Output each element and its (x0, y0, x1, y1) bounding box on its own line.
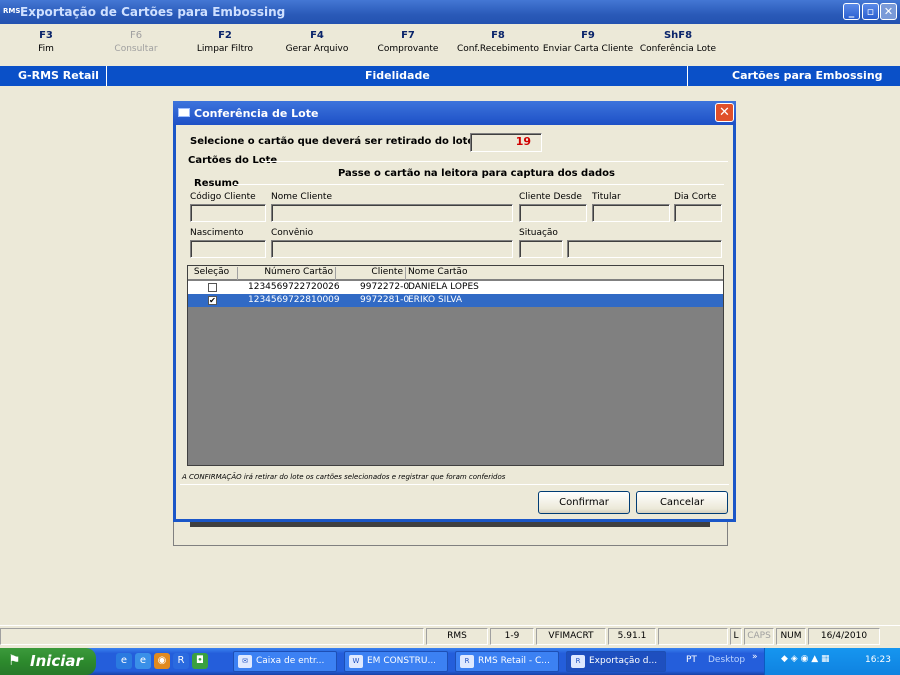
row-card-number: 1234569722720026 (248, 282, 340, 292)
instruction-text: Passe o cartão na leitora para captura d… (338, 168, 615, 179)
fkey-conferencia-lote[interactable]: ShF8 Conferência Lote (638, 30, 718, 54)
fkey-conf-recebimento[interactable]: F8 Conf.Recebimento (456, 30, 540, 54)
fkey-limpar-filtro[interactable]: F2 Limpar Filtro (192, 30, 258, 54)
status-system: RMS (426, 628, 488, 645)
row-card-name: ERIKO SILVA (408, 295, 463, 305)
select-card-prompt: Selecione o cartão que deverá ser retira… (190, 136, 479, 147)
dialog-title: Conferência de Lote (194, 107, 319, 120)
situacao-desc-field (567, 240, 722, 258)
fkey-enviar-carta-cliente[interactable]: F9 Enviar Carta Cliente (542, 30, 634, 54)
titular-field (592, 204, 670, 222)
navbar-screen: Cartões para Embossing (732, 69, 883, 82)
row-checkbox[interactable] (208, 283, 217, 292)
card-grid[interactable]: Seleção Número Cartão Cliente Nome Cartã… (187, 265, 724, 466)
row-card-name: DANIELA LOPES (408, 282, 479, 292)
windows-taskbar: ⚑ Iniciar e e ◉ R ◘ ✉ Caixa de entr... WE… (0, 648, 900, 675)
taskbar-item-exportacao[interactable]: R Exportação d... (566, 651, 666, 672)
status-program: VFIMACRT (536, 628, 606, 645)
mail-icon: ✉ (238, 655, 252, 668)
function-key-toolbar: F3 Fim F6 Consultar F2 Limpar Filtro F4 Gera… (0, 24, 900, 66)
nome-cliente-label: Nome Cliente (271, 192, 332, 202)
status-message (0, 628, 424, 645)
codigo-cliente-field (190, 204, 266, 222)
col-header-numero[interactable]: Número Cartão (240, 267, 336, 280)
cliente-desde-label: Cliente Desde (519, 192, 582, 202)
clock: 16:23 (865, 655, 891, 665)
status-version: 5.91.1 (608, 628, 656, 645)
rms-icon: R (571, 655, 585, 668)
codigo-cliente-label: Código Cliente (190, 192, 256, 202)
col-header-selecao[interactable]: Seleção (188, 267, 238, 280)
window-titlebar: RMS Exportação de Cartões para Embossing… (0, 0, 900, 24)
dialog-titlebar: Conferência de Lote ✕ (173, 101, 736, 125)
desktop-show-icon[interactable]: ◘ (192, 653, 208, 669)
status-num: NUM (776, 628, 806, 645)
confirm-button[interactable]: Confirmar (538, 491, 630, 514)
browser-icon[interactable]: e (135, 653, 151, 669)
window-title: Exportação de Cartões para Embossing (20, 5, 286, 19)
status-date: 16/4/2010 (808, 628, 880, 645)
rms-icon: R (460, 655, 474, 668)
rms-quicklaunch-icon[interactable]: R (173, 653, 189, 669)
start-button[interactable]: ⚑ Iniciar (0, 648, 96, 675)
status-l: L (730, 628, 742, 645)
convenio-field (271, 240, 513, 258)
desktop-toolbar[interactable]: Desktop (708, 655, 745, 665)
ie-icon[interactable]: e (116, 653, 132, 669)
row-checkbox-checked[interactable]: ✔ (208, 296, 217, 305)
conferencia-lote-dialog: Conferência de Lote ✕ Selecione o cartão… (173, 101, 736, 522)
summary-label: Resumo (194, 178, 239, 189)
nascimento-label: Nascimento (190, 228, 244, 238)
dialog-window-icon (178, 108, 190, 117)
fkey-consultar: F6 Consultar (114, 30, 158, 54)
status-caps: CAPS (744, 628, 774, 645)
fkey-gerar-arquivo[interactable]: F4 Gerar Arquivo (280, 30, 354, 54)
tray-icons[interactable]: ◆ ◈ ◉ ▲ ▦ (781, 654, 830, 664)
situacao-code-field (519, 240, 563, 258)
minimize-button[interactable]: _ (843, 3, 860, 20)
dia-corte-field (674, 204, 722, 222)
chevron-right-icon[interactable]: » (752, 652, 758, 662)
col-header-cliente[interactable]: Cliente (338, 267, 406, 280)
language-indicator[interactable]: PT (686, 655, 697, 665)
row-card-number: 1234569722810009 (248, 295, 340, 305)
fkey-comprovante[interactable]: F7 Comprovante (372, 30, 444, 54)
grid-header: Seleção Número Cartão Cliente Nome Cartã… (188, 266, 723, 280)
system-tray: ◆ ◈ ◉ ▲ ▦ 16:23 (764, 648, 900, 675)
status-bar: RMS 1-9 VFIMACRT 5.91.1 L CAPS NUM 16/4/… (0, 625, 900, 645)
col-header-nome[interactable]: Nome Cartão (408, 267, 723, 280)
media-icon[interactable]: ◉ (154, 653, 170, 669)
titular-label: Titular (592, 192, 621, 202)
cliente-desde-field (519, 204, 587, 222)
dialog-close-button[interactable]: ✕ (715, 103, 734, 122)
taskbar-item-mail[interactable]: ✉ Caixa de entr... (233, 651, 337, 672)
status-blank (658, 628, 728, 645)
row-client-code: 9972272-0 (360, 282, 410, 292)
table-row[interactable]: 1234569722720026 9972272-0 DANIELA LOPES (188, 281, 723, 294)
table-row-selected[interactable]: ✔ 1234569722810009 9972281-0 ERIKO SILVA (188, 294, 723, 307)
cancel-button[interactable]: Cancelar (636, 491, 728, 514)
navbar-app-name: G-RMS Retail (18, 69, 99, 82)
footnote-text: A CONFIRMAÇÃO irá retirar do lote os car… (182, 473, 506, 481)
nascimento-field (190, 240, 266, 258)
row-client-code: 9972281-0 (360, 295, 410, 305)
taskbar-item-rms[interactable]: R RMS Retail - C... (455, 651, 559, 672)
word-icon: W (349, 655, 363, 668)
nome-cliente-field (271, 204, 513, 222)
convenio-label: Convênio (271, 228, 314, 238)
maximize-button[interactable]: ▫ (862, 3, 879, 20)
fkey-fim[interactable]: F3 Fim (28, 30, 64, 54)
navbar-module: Fidelidade (365, 69, 430, 82)
status-range: 1-9 (490, 628, 534, 645)
windows-logo-icon: ⚑ (8, 653, 21, 669)
situacao-label: Situação (519, 228, 558, 238)
app-icon: RMS (3, 7, 21, 15)
dia-corte-label: Dia Corte (674, 192, 717, 202)
close-button[interactable]: ✕ (880, 3, 897, 20)
card-count-field: 19 (470, 133, 542, 152)
taskbar-item-word[interactable]: W EM CONSTRU... (344, 651, 448, 672)
module-navbar: G-RMS Retail Fidelidade Cartões para Emb… (0, 66, 900, 86)
